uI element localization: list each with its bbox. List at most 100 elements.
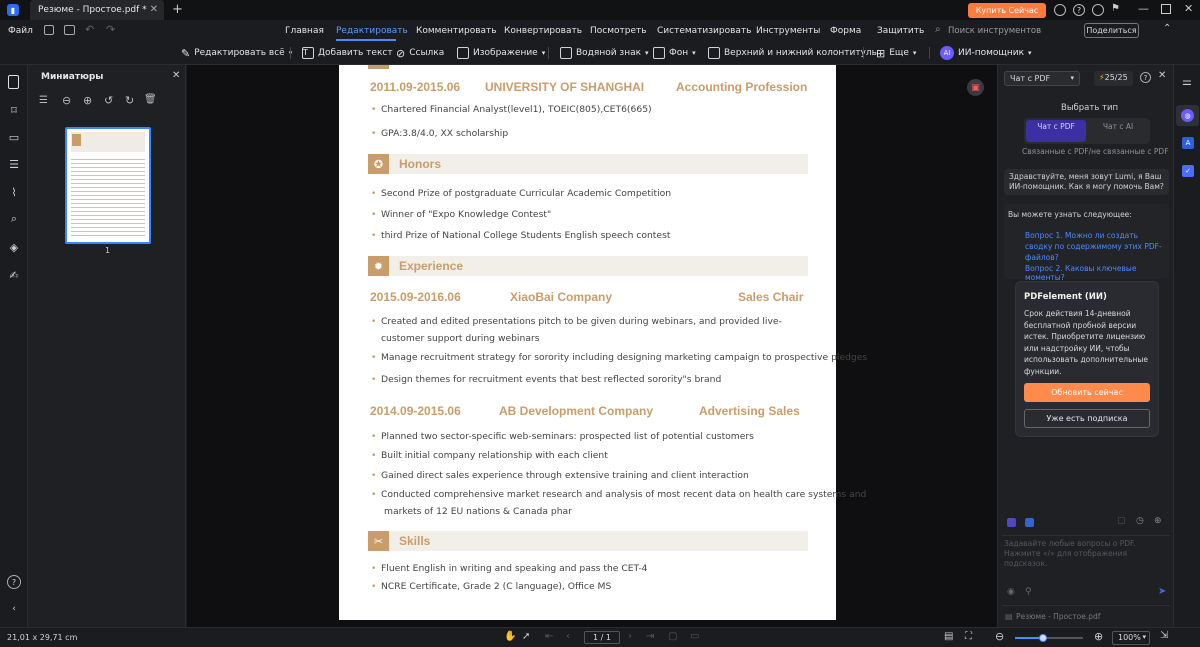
tool-search-input[interactable]: Поиск инструментов — [948, 26, 1041, 36]
properties-icon[interactable]: ⚌ — [1182, 75, 1192, 88]
zoom-slider-thumb[interactable] — [1039, 634, 1047, 642]
zoom-select[interactable]: 100% ▾ — [1112, 631, 1150, 645]
menu-tools[interactable]: Инструменты — [756, 26, 820, 36]
close-panel-icon[interactable]: ✕ — [1158, 70, 1166, 81]
suggestion-q1[interactable]: Вопрос 1. Можно ли создать сводку по сод… — [1025, 230, 1167, 263]
help-icon[interactable]: ? — [1073, 4, 1085, 16]
delete-icon[interactable]: 🗑 — [144, 94, 157, 105]
new-tab-icon[interactable]: + — [172, 2, 183, 17]
rotate-left-icon[interactable]: ↺ — [104, 94, 113, 107]
last-page-icon[interactable]: ⇥ — [646, 631, 654, 642]
fit-page-icon[interactable]: ▢ — [668, 631, 677, 642]
check-icon[interactable]: ✓ — [1182, 165, 1194, 177]
layers-icon[interactable]: ◈ — [7, 240, 21, 254]
chat-mode-select[interactable]: Чат с PDF ▾ — [1004, 71, 1080, 86]
translate-icon[interactable]: A — [1182, 137, 1194, 149]
undo-icon[interactable]: ↶ — [85, 23, 94, 36]
bell-icon[interactable] — [1054, 4, 1066, 16]
menu-edit[interactable]: Редактировать — [336, 26, 408, 36]
collapse-ribbon-icon[interactable]: ⌃ — [1163, 23, 1171, 34]
search-icon[interactable]: ⌕ — [7, 212, 21, 226]
buy-now-button[interactable]: Купить Сейчас — [968, 3, 1046, 18]
menu-convert[interactable]: Конвертировать — [504, 26, 582, 36]
popup-title: PDFelement (ИИ) — [1024, 292, 1107, 302]
link-button[interactable]: ⊘ Ссылка — [396, 45, 444, 61]
minimize-icon[interactable]: — — [1138, 2, 1149, 15]
send-icon[interactable]: ➤ — [1158, 586, 1166, 597]
page-thumbnail[interactable] — [65, 127, 151, 244]
menu-file[interactable]: Файл — [8, 26, 33, 36]
type-chat-ai[interactable]: Чат с AI — [1088, 120, 1148, 142]
attach-icon[interactable]: ▢ — [1117, 516, 1126, 526]
image-button[interactable]: Изображение ▾ — [457, 45, 545, 61]
menu-protect[interactable]: Защитить — [877, 26, 924, 36]
floating-tool-icon[interactable]: ▣ — [967, 79, 984, 96]
fit-width-icon[interactable]: ▭ — [690, 631, 699, 642]
zoom-out-icon[interactable]: ⊖ — [62, 94, 71, 107]
help-icon[interactable]: ? — [7, 575, 21, 589]
help-icon[interactable]: ? — [1140, 72, 1151, 83]
header-footer-button[interactable]: Верхний и нижний колонтитулы — [708, 45, 879, 61]
zoom-slider[interactable] — [1015, 634, 1083, 642]
upgrade-now-button[interactable]: Обновить сейчас — [1024, 383, 1150, 402]
zoom-in-icon[interactable]: ⊕ — [83, 94, 92, 107]
prev-page-icon[interactable]: ‹ — [566, 631, 570, 642]
share-button[interactable]: Поделиться — [1084, 23, 1139, 38]
zoom-out-icon[interactable]: ⊖ — [995, 630, 1004, 643]
pdf-page[interactable]: 2011.09-2015.06 UNIVERSITY OF SHANGHAI A… — [339, 65, 867, 620]
account-icon[interactable] — [1092, 4, 1104, 16]
rotate-right-icon[interactable]: ↻ — [125, 94, 134, 107]
first-page-icon[interactable]: ⇤ — [545, 631, 553, 642]
pdf-context-icon[interactable] — [1007, 518, 1016, 527]
bookmark-icon[interactable]: ⌑ — [7, 103, 21, 117]
more-button[interactable]: ⊞ Еще ▾ — [876, 45, 916, 61]
lightbulb-icon[interactable]: ◉ — [1007, 587, 1015, 597]
page-number-input[interactable]: 1 / 1 — [584, 631, 620, 644]
signature-icon[interactable]: ✍ — [7, 268, 21, 282]
fullscreen-icon[interactable]: ⛶ — [965, 631, 972, 642]
maximize-icon[interactable] — [1161, 4, 1171, 14]
type-chat-pdf[interactable]: Чат с PDF — [1026, 120, 1086, 142]
close-window-icon[interactable]: ✕ — [1184, 2, 1193, 15]
page-layout-icon[interactable]: ▤ — [944, 631, 953, 642]
translate-icon[interactable] — [1025, 518, 1034, 527]
document-tab[interactable]: Резюме - Простое.pdf * ✕ — [30, 0, 164, 20]
edit-all-button[interactable]: ✎Редактировать всё▾ — [181, 45, 292, 61]
close-tab-icon[interactable]: ✕ — [150, 4, 158, 15]
edu-date: 2011.09-2015.06 — [370, 80, 461, 94]
expand-icon[interactable]: ⇲ — [1160, 630, 1168, 641]
thumbnail-icon[interactable] — [8, 75, 19, 89]
menu-view[interactable]: Посмотреть — [590, 26, 647, 36]
have-subscription-button[interactable]: Уже есть подписка — [1024, 409, 1150, 428]
add-text-button[interactable]: T Добавить текст — [302, 45, 393, 61]
close-panel-icon[interactable]: ✕ — [172, 70, 180, 81]
magic-wand-icon[interactable]: ⚲ — [1025, 587, 1032, 597]
next-page-icon[interactable]: › — [628, 631, 632, 642]
print-icon[interactable] — [64, 25, 75, 35]
background-button[interactable]: Фон ▾ — [653, 45, 696, 61]
select-tool-icon[interactable]: ➚ — [522, 631, 530, 642]
layers-list-icon[interactable]: ☰ — [7, 157, 21, 171]
document-viewport[interactable]: 2011.09-2015.06 UNIVERSITY OF SHANGHAI A… — [187, 65, 997, 627]
watermark-button[interactable]: Водяной знак ▾ — [560, 45, 649, 61]
ai-robot-icon[interactable]: ◍ — [1181, 109, 1194, 122]
history-icon[interactable]: ◷ — [1136, 516, 1144, 526]
hand-tool-icon[interactable]: ✋ — [504, 631, 516, 642]
redo-icon[interactable]: ↷ — [106, 23, 115, 36]
attachment-icon[interactable]: ⌇ — [7, 185, 21, 199]
menu-form[interactable]: Форма — [830, 26, 861, 36]
new-chat-icon[interactable]: ⊕ — [1154, 516, 1162, 526]
menu-home[interactable]: Главная — [285, 26, 324, 36]
chat-input[interactable]: Задавайте любые вопросы о PDF. Нажмите «… — [1004, 539, 1168, 569]
suggestion-q2[interactable]: Вопрос 2. Каковы ключевые моменты? — [1025, 264, 1169, 282]
collapse-left-icon[interactable]: ‹ — [7, 602, 21, 616]
save-icon[interactable] — [44, 25, 54, 35]
chevron-down-icon: ▾ — [1028, 49, 1032, 57]
thumbnail-menu-icon[interactable]: ☰ — [39, 95, 48, 106]
zoom-in-icon[interactable]: ⊕ — [1094, 630, 1103, 643]
menu-comment[interactable]: Комментировать — [416, 26, 497, 36]
menu-organize[interactable]: Систематизировать — [657, 26, 751, 36]
announcement-icon[interactable]: ⚑ — [1111, 3, 1120, 14]
comment-icon[interactable]: ▭ — [7, 130, 21, 144]
ai-assistant-button[interactable]: AI ИИ-помощник ▾ — [940, 45, 1032, 61]
